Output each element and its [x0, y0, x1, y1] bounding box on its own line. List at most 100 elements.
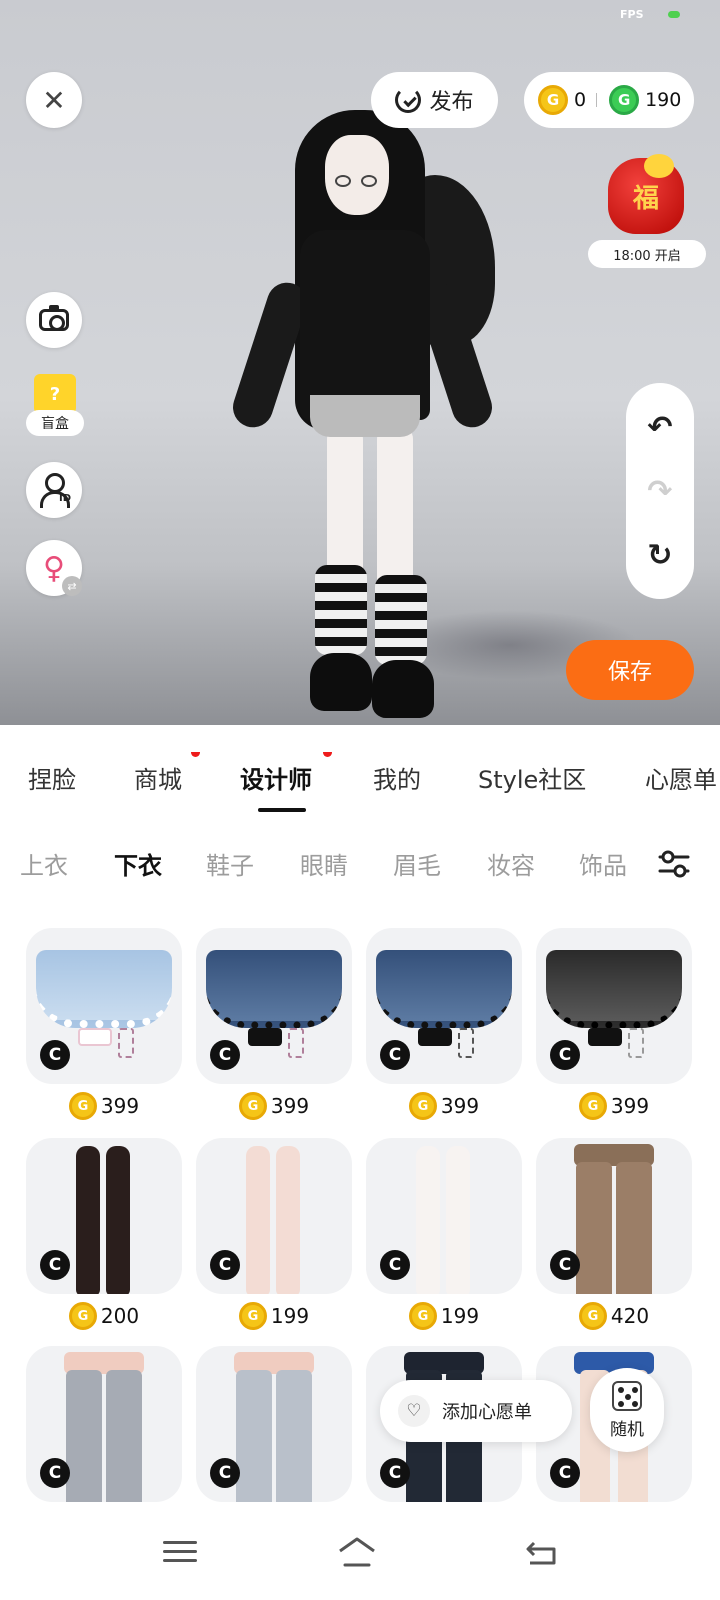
tights-left-leg: [76, 1146, 100, 1294]
stocking-right-leg: [446, 1146, 470, 1294]
publish-icon: [395, 87, 422, 113]
back-icon[interactable]: [522, 1535, 562, 1569]
accessory-cuff: [78, 1028, 112, 1046]
trouser-left-leg: [66, 1370, 102, 1502]
random-label: 随机: [610, 1419, 644, 1440]
grey-trousers: [64, 1352, 144, 1502]
denim-skirt: [206, 950, 342, 1028]
gold-coin-icon: G: [238, 1302, 267, 1330]
category-eyes[interactable]: 眼睛: [300, 846, 348, 881]
close-icon: ✕: [42, 83, 66, 117]
avatar-skirt: [310, 395, 420, 437]
camera-button[interactable]: [26, 292, 82, 348]
item-card[interactable]: C G 399: [26, 928, 182, 1128]
trouser-right-leg: [106, 1370, 142, 1502]
gender-switch-button[interactable]: ♀ ⇄: [26, 540, 82, 596]
person-id-icon: ID: [39, 473, 71, 508]
stocking-right-leg: [276, 1146, 300, 1294]
tab-shop[interactable]: 商城: [134, 760, 182, 795]
item-card[interactable]: C G 399: [196, 928, 352, 1128]
currency-divider: [596, 93, 598, 107]
item-card[interactable]: C G 420: [536, 1138, 692, 1338]
price-value: 399: [610, 1094, 650, 1118]
creator-badge: C: [210, 1250, 240, 1280]
undo-icon[interactable]: ↶: [647, 410, 672, 445]
item-price: G 420: [536, 1294, 692, 1338]
mystery-box-icon: ?: [34, 374, 76, 414]
avatar-face: [325, 135, 389, 215]
category-tops[interactable]: 上衣: [20, 846, 68, 881]
gold-coin-icon: G: [68, 1302, 97, 1330]
avatar-glasses-right: [361, 175, 377, 187]
item-thumbnail: C: [26, 1346, 182, 1502]
creator-badge: C: [380, 1250, 410, 1280]
accessory-lace: [628, 1028, 644, 1058]
item-price: G 399: [196, 1084, 352, 1128]
fps-status-dot: [668, 11, 680, 18]
category-bottoms[interactable]: 下衣: [114, 846, 162, 881]
tights-right-leg: [106, 1146, 130, 1294]
home-icon[interactable]: [337, 1535, 377, 1569]
category-makeup[interactable]: 妆容: [487, 846, 535, 881]
price-value: 399: [270, 1094, 310, 1118]
green-coin-count: 190: [645, 89, 682, 111]
gold-coin-icon: G: [578, 1302, 607, 1330]
price-value: 399: [100, 1094, 140, 1118]
wishlist-label: 添加心愿单: [442, 1402, 532, 1423]
creator-badge: C: [40, 1040, 70, 1070]
system-navigation-bar: [0, 1505, 720, 1600]
tab-style-community[interactable]: Style社区: [478, 760, 586, 795]
category-accessories[interactable]: 饰品: [579, 846, 627, 881]
item-thumbnail: C: [26, 1138, 182, 1294]
item-price: G 399: [536, 1084, 692, 1128]
avatar-preview-scene[interactable]: FPS ✕ 发布 G 0 G 190 福 18:00 开启 ? 盲盒 ID ♀ …: [0, 0, 720, 725]
accessory-cuff: [418, 1028, 452, 1046]
add-to-wishlist-button[interactable]: ♡ 添加心愿单: [380, 1380, 572, 1442]
item-card[interactable]: C G 399: [536, 928, 692, 1128]
accessory-cuff: [248, 1028, 282, 1046]
price-value: 200: [100, 1304, 140, 1328]
gold-coin-count: 0: [574, 89, 587, 111]
creator-badge: C: [550, 1040, 580, 1070]
event-time-label: 18:00 开启: [588, 240, 706, 268]
reset-icon[interactable]: ↻: [647, 538, 672, 573]
creator-badge: C: [550, 1250, 580, 1280]
category-shoes[interactable]: 鞋子: [206, 846, 254, 881]
item-card[interactable]: C G 399: [366, 928, 522, 1128]
item-thumbnail: C: [196, 928, 352, 1084]
currency-balance[interactable]: G 0 G 190: [524, 72, 694, 128]
blindbox-button[interactable]: ? 盲盒: [26, 374, 84, 440]
redo-icon[interactable]: ↷: [647, 474, 672, 509]
tab-face[interactable]: 捏脸: [28, 760, 76, 795]
item-card[interactable]: C G 199: [366, 1138, 522, 1338]
item-card[interactable]: C G 200: [26, 1138, 182, 1338]
avatar-id-button[interactable]: ID: [26, 462, 82, 518]
lucky-bag-icon: 福: [608, 154, 684, 234]
black-skirt: [546, 950, 682, 1028]
category-eyebrows[interactable]: 眉毛: [393, 846, 441, 881]
creator-badge: C: [210, 1040, 240, 1070]
close-button[interactable]: ✕: [26, 72, 82, 128]
random-outfit-button[interactable]: 随机: [590, 1368, 664, 1452]
accessory-cuff: [588, 1028, 622, 1046]
avatar-right-boot: [372, 660, 434, 718]
accessory-lace: [288, 1028, 304, 1058]
camera-icon: [39, 305, 69, 331]
item-thumbnail: C: [536, 1138, 692, 1294]
tab-mine[interactable]: 我的: [373, 760, 421, 795]
creator-badge: C: [210, 1458, 240, 1488]
menu-icon[interactable]: [160, 1535, 200, 1569]
stocking-left-leg: [246, 1146, 270, 1294]
tab-wishlist[interactable]: 心愿单: [645, 760, 717, 795]
item-thumbnail: C: [536, 928, 692, 1084]
save-button[interactable]: 保存: [566, 640, 694, 700]
avatar-model[interactable]: [227, 105, 498, 725]
tab-designer[interactable]: 设计师: [240, 760, 312, 795]
item-card[interactable]: C G 199: [196, 1138, 352, 1338]
publish-button[interactable]: 发布: [371, 72, 498, 128]
filter-icon[interactable]: [656, 846, 692, 882]
item-thumbnail: C: [196, 1346, 352, 1502]
item-price: G 199: [196, 1294, 352, 1338]
blindbox-label: 盲盒: [26, 410, 84, 436]
lucky-bag-event[interactable]: 福 18:00 开启: [588, 148, 706, 270]
